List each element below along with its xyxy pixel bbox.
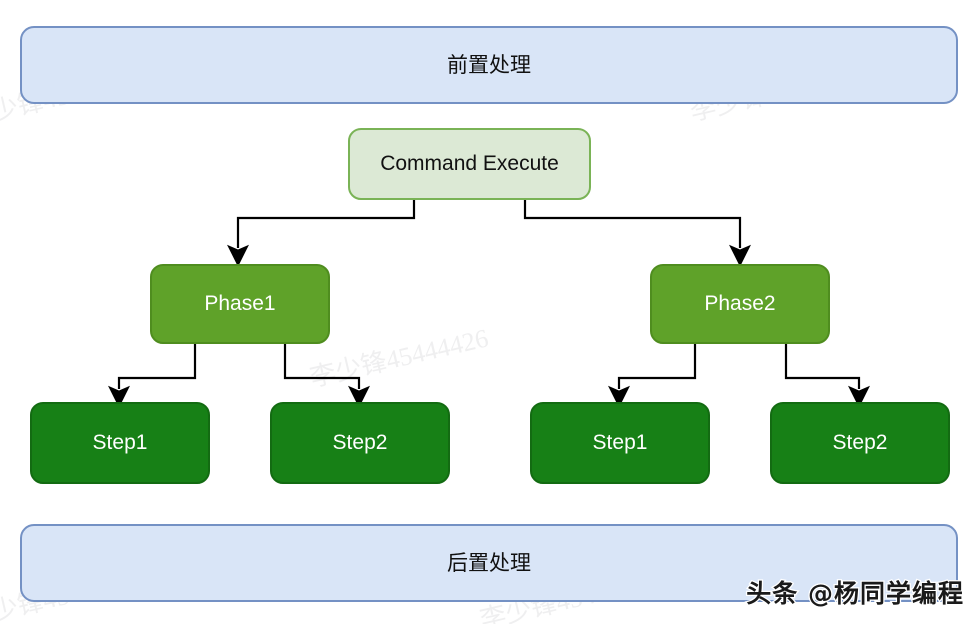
node-phase1[interactable]: Phase1 — [150, 264, 330, 344]
node-phase2-step1-label: Step1 — [592, 431, 648, 454]
connector-phase2-to-step2 — [784, 344, 870, 408]
node-phase1-step1-label: Step1 — [92, 431, 148, 454]
node-phase1-label: Phase1 — [204, 292, 276, 315]
footer-author-handle: 头条 @杨同学编程 — [745, 578, 964, 610]
connector-root-to-phase1 — [227, 200, 416, 267]
node-command-execute-label: Command Execute — [380, 152, 559, 175]
node-phase2-step2-label: Step2 — [832, 431, 888, 454]
node-phase1-step2[interactable]: Step2 — [270, 402, 450, 484]
node-phase2-label: Phase2 — [704, 292, 776, 315]
node-phase2-step2[interactable]: Step2 — [770, 402, 950, 484]
connector-root-to-phase2 — [523, 200, 751, 267]
node-phase2-step1[interactable]: Step1 — [530, 402, 710, 484]
diagram-canvas: 少锋45444426李少锋45444426李少锋45444426少锋454444… — [0, 0, 978, 624]
node-command-execute[interactable]: Command Execute — [348, 128, 591, 200]
connector-phase1-to-step2 — [283, 344, 370, 408]
node-phase2[interactable]: Phase2 — [650, 264, 830, 344]
connector-phase1-to-step1 — [108, 344, 197, 408]
connector-phase2-to-step1 — [608, 344, 697, 408]
banner-pre-processing-label: 前置处理 — [447, 53, 531, 77]
banner-post-processing-label: 后置处理 — [447, 551, 531, 575]
watermark-text: 李少锋45444426 — [307, 323, 492, 393]
banner-pre-processing: 前置处理 — [20, 26, 958, 104]
node-phase1-step1[interactable]: Step1 — [30, 402, 210, 484]
node-phase1-step2-label: Step2 — [332, 431, 388, 454]
